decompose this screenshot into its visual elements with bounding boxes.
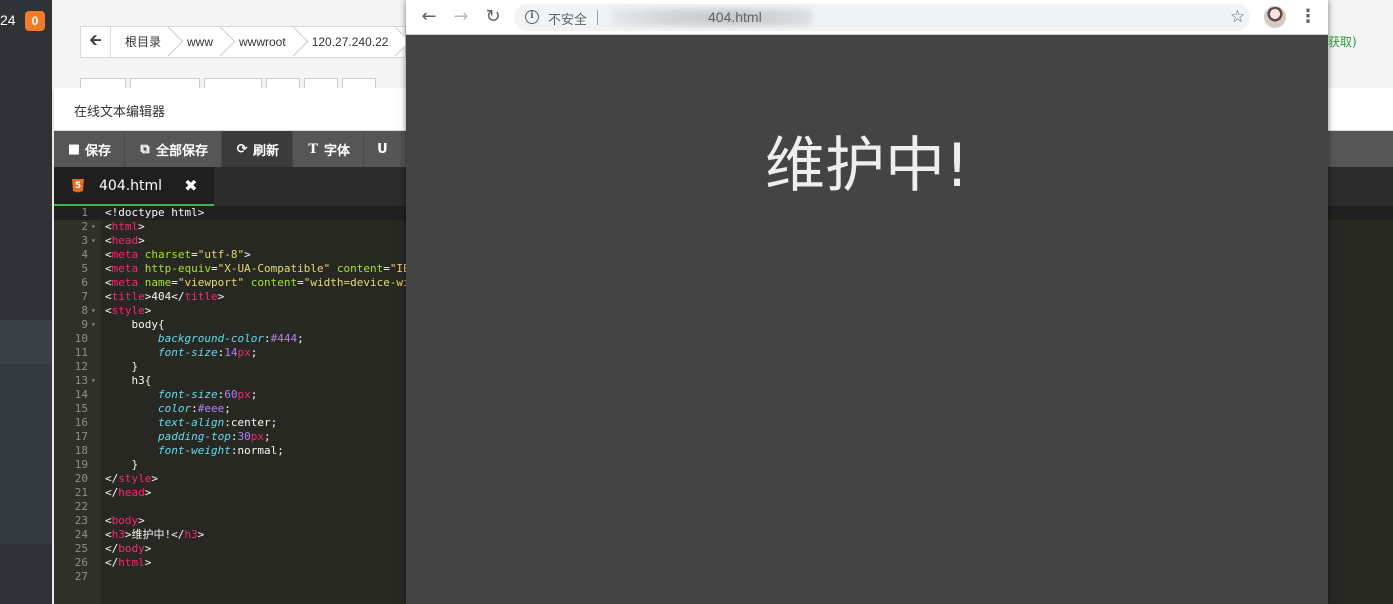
- line-number: 3: [81, 234, 88, 247]
- line-number: 12: [74, 360, 88, 373]
- sidebar-selected-item[interactable]: [0, 320, 52, 364]
- line-number: 6: [81, 276, 88, 289]
- code-text: <head>: [105, 234, 145, 247]
- save-all-button[interactable]: ⧉ 全部保存: [125, 131, 223, 167]
- line-number: 13: [74, 374, 88, 387]
- fold-arrow-icon[interactable]: ▾: [91, 234, 96, 248]
- code-text: </html>: [105, 556, 152, 569]
- address-separator: [597, 10, 598, 25]
- line-number: 14: [74, 388, 88, 401]
- line-number: 8: [81, 304, 88, 317]
- line-number: 22: [74, 500, 88, 513]
- browser-window: ← → ↻ i 不安全 404.html ☆ ⋮ 维护中!: [406, 0, 1328, 604]
- sidebar-group: [0, 364, 52, 544]
- code-text: <meta charset="utf-8">: [105, 248, 251, 261]
- fold-arrow-icon[interactable]: ▾: [91, 318, 96, 332]
- code-text: <html>: [105, 220, 145, 233]
- line-number: 16: [74, 416, 88, 429]
- close-icon[interactable]: ✖: [184, 176, 197, 195]
- editor-title: 在线文本编辑器: [74, 105, 166, 120]
- code-text: <style>: [105, 304, 152, 317]
- refresh-icon: ⟳: [236, 141, 248, 157]
- reload-icon[interactable]: ↻: [482, 6, 504, 28]
- line-number: 1: [81, 206, 88, 219]
- line-number: 2: [81, 220, 88, 233]
- underline-icon: U: [377, 141, 388, 157]
- code-text: <title>404</title>: [105, 290, 225, 303]
- code-text: </head>: [105, 486, 152, 499]
- profile-avatar[interactable]: [1264, 6, 1286, 28]
- code-text: font-size:60px;: [157, 388, 258, 401]
- line-number: 25: [74, 542, 88, 555]
- fold-arrow-icon[interactable]: ▾: [91, 220, 96, 234]
- breadcrumb-item[interactable]: 根目录: [111, 27, 173, 57]
- save-icon: ■: [67, 141, 81, 157]
- line-number: 4: [81, 248, 88, 261]
- save-button[interactable]: ■ 保存: [54, 131, 126, 167]
- line-number: 15: [74, 402, 88, 415]
- fetch-link[interactable]: 获取): [1328, 33, 1357, 50]
- code-text: </body>: [105, 542, 152, 555]
- notification-badge[interactable]: 0: [25, 11, 45, 31]
- breadcrumb: 🡰 根目录 www wwwroot 120.27.240.22: [80, 26, 406, 58]
- save-all-icon: ⧉: [140, 141, 150, 157]
- info-icon[interactable]: i: [525, 10, 539, 24]
- file-tab-label: 404.html: [99, 177, 163, 194]
- refresh-button[interactable]: ⟳ 刷新: [222, 131, 294, 167]
- back-arrow-icon[interactable]: 🡰: [81, 27, 111, 57]
- code-text: font-size:14px;: [157, 346, 258, 359]
- breadcrumb-item[interactable]: wwwroot: [225, 27, 298, 57]
- font-button[interactable]: T 字体: [293, 131, 365, 167]
- address-bar[interactable]: i 不安全 404.html ☆: [514, 4, 1250, 31]
- code-text: color:#eee;: [157, 402, 231, 415]
- fold-arrow-icon[interactable]: ▾: [91, 304, 96, 318]
- url-path[interactable]: 404.html: [708, 9, 762, 25]
- line-number: 21: [74, 486, 88, 499]
- line-number: 27: [74, 570, 88, 583]
- code-text: <meta name="viewport" content="width=dev…: [105, 276, 410, 289]
- forward-icon[interactable]: →: [450, 6, 472, 28]
- line-number: 11: [74, 346, 88, 359]
- line-number: 20: [74, 472, 88, 485]
- line-number: 24: [74, 528, 88, 541]
- underline-button[interactable]: U: [364, 131, 402, 167]
- line-number: 10: [74, 332, 88, 345]
- sidebar-count: 24: [0, 12, 16, 28]
- code-text: <body>: [105, 514, 145, 527]
- line-number: 7: [81, 290, 88, 303]
- line-number: 9: [81, 318, 88, 331]
- code-text: <!doctype html>: [105, 206, 205, 219]
- bookmark-star-icon[interactable]: ☆: [1230, 7, 1245, 27]
- fold-arrow-icon[interactable]: ▾: [91, 374, 96, 388]
- browser-toolbar: ← → ↻ i 不安全 404.html ☆ ⋮: [406, 0, 1328, 35]
- line-number: 23: [74, 514, 88, 527]
- code-text: </style>: [105, 472, 158, 485]
- file-tab[interactable]: 5 404.html ✖: [54, 167, 214, 206]
- code-text: <meta http-equiv="X-UA-Compatible" conte…: [105, 262, 410, 275]
- code-text: }: [105, 458, 139, 471]
- html5-file-icon: 5: [72, 178, 84, 193]
- code-text: background-color:#444;: [157, 332, 304, 345]
- breadcrumb-item[interactable]: 120.27.240.22: [298, 27, 401, 57]
- code-text: font-weight:normal;: [157, 444, 284, 457]
- code-text: h3{: [105, 374, 152, 387]
- left-sidebar: 24 0: [0, 0, 52, 604]
- line-number: 19: [74, 458, 88, 471]
- code-text: text-align:center;: [157, 416, 278, 429]
- code-text: padding-top:30px;: [157, 430, 271, 443]
- page-heading: 维护中!: [764, 131, 970, 201]
- code-text: }: [105, 360, 139, 373]
- line-number: 5: [81, 262, 88, 275]
- code-text: <h3>维护中!</h3>: [105, 528, 205, 541]
- line-number: 18: [74, 444, 88, 457]
- font-icon: T: [308, 141, 318, 157]
- line-number: 17: [74, 430, 88, 443]
- kebab-menu-icon[interactable]: ⋮: [1298, 4, 1318, 30]
- security-label[interactable]: 不安全: [548, 9, 587, 28]
- back-icon[interactable]: ←: [418, 6, 440, 28]
- code-text: body{: [105, 318, 165, 331]
- line-number: 26: [74, 556, 88, 569]
